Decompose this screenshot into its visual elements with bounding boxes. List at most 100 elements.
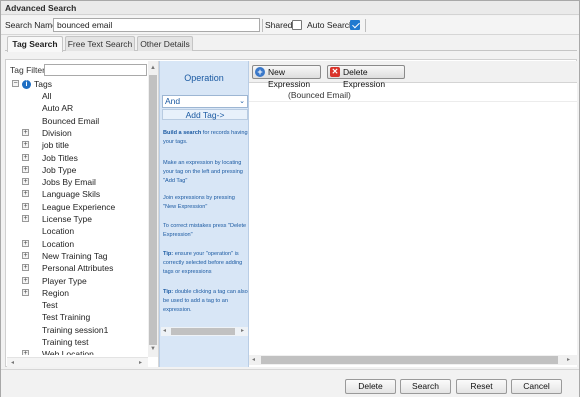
tree-root[interactable]: − i Tags [7, 78, 148, 90]
operation-scroll-thumb[interactable] [171, 328, 235, 335]
auto-search-checkbox[interactable] [350, 20, 360, 30]
expand-icon[interactable]: + [22, 153, 29, 161]
tree-item[interactable]: All [7, 90, 148, 102]
expand-icon[interactable]: + [22, 165, 29, 173]
expand-icon[interactable]: + [22, 128, 29, 136]
expand-icon[interactable]: + [22, 239, 29, 247]
tree-item-label: Test [42, 300, 58, 311]
search-button[interactable]: Search [400, 379, 451, 394]
tree-item[interactable]: Auto AR [7, 102, 148, 114]
tree-item-label: Training test [42, 337, 89, 347]
delete-button[interactable]: Delete [345, 379, 396, 394]
tab-tag-search[interactable]: Tag Search [7, 36, 63, 52]
expression-horizontal-scrollbar[interactable]: ◂ ▸ [249, 355, 577, 365]
tree-item[interactable]: + License Type [7, 213, 148, 225]
tab-bar: Tag Search Free Text Search Other Detail… [5, 35, 577, 52]
tree-item[interactable]: + Region [7, 287, 148, 299]
tab-other-details[interactable]: Other Details [137, 36, 193, 51]
tree-item-label: Personal Attributes [42, 263, 114, 274]
tree-root-label: Tags [34, 79, 52, 89]
tree-item-label: Location [42, 226, 75, 237]
scroll-left-icon[interactable]: ◂ [163, 327, 166, 335]
delete-icon: ✕ [330, 67, 340, 77]
tree-item[interactable]: + job title [7, 139, 148, 151]
tree-item-label: Training session1 [42, 324, 109, 335]
expand-icon[interactable]: + [22, 251, 29, 259]
cancel-button[interactable]: Cancel [511, 379, 562, 394]
expression-scroll-thumb[interactable] [261, 356, 558, 364]
expand-icon[interactable]: + [22, 215, 29, 222]
tree-item[interactable]: Test Training [7, 311, 148, 323]
expand-icon[interactable]: + [22, 276, 29, 284]
tree-item-label: New Training Tag [42, 250, 108, 261]
delete-expression-button[interactable]: ✕ Delete Expression [327, 65, 405, 89]
tree-item-label: Region [42, 287, 69, 298]
tree-item[interactable]: + Personal Attributes [7, 262, 148, 274]
tree-item[interactable]: + Location [7, 238, 148, 250]
help-text: double clicking a tag can also be used t… [163, 289, 248, 313]
tree-item-label: Player Type [42, 275, 87, 286]
tag-search-panel: Tag Filter − i Tags All Auto AR Bounced Em… [5, 59, 577, 367]
expand-icon[interactable]: + [22, 288, 29, 296]
tree-item[interactable]: Bounced Email [7, 115, 148, 127]
tree-item[interactable]: + Player Type [7, 275, 148, 287]
expand-icon[interactable]: + [22, 190, 29, 198]
help-emphasis: Tip: [163, 251, 174, 257]
tree-item-label: Job Type [42, 164, 77, 175]
search-name-input[interactable]: bounced email [53, 18, 260, 32]
operation-horizontal-scrollbar[interactable]: ◂ ▸ [161, 327, 248, 336]
expression-toolbar: + New Expression ✕ Delete Expression [249, 61, 577, 89]
tree-item[interactable]: Location [7, 225, 148, 237]
operation-title: Operation [184, 73, 224, 83]
collapse-icon[interactable]: − [12, 80, 19, 87]
tag-tree: − i Tags All Auto AR Bounced Email + Divisio… [7, 78, 148, 355]
expand-icon[interactable]: + [22, 202, 29, 210]
operation-pane: Operation And ⌄ Add Tag-> Build a search… [159, 61, 249, 367]
tree-item[interactable]: + League Experience [7, 201, 148, 213]
operation-select[interactable]: And ⌄ [162, 95, 248, 108]
scroll-up-icon[interactable]: ▲ [150, 64, 156, 72]
shared-checkbox[interactable] [292, 20, 302, 30]
expand-icon[interactable]: + [22, 350, 29, 355]
tree-item-label: Test Training [42, 312, 91, 323]
tree-item[interactable]: Test [7, 299, 148, 311]
scroll-down-icon[interactable]: ▼ [150, 345, 156, 353]
tag-tree-scroll-thumb[interactable] [149, 75, 157, 345]
tree-item[interactable]: + Language Skils [7, 188, 148, 200]
delete-expression-label: Delete Expression [343, 67, 386, 89]
expression-row[interactable]: (Bounced Email) [288, 90, 351, 100]
help-text: Make an expression by locating your tag … [163, 160, 243, 184]
tree-item-label: Job Titles [42, 152, 78, 163]
tree-item-label: Language Skils [42, 189, 101, 200]
scroll-left-icon[interactable]: ◂ [11, 359, 14, 367]
divider [262, 19, 263, 32]
help-text: To correct mistakes press "Delete Expres… [163, 223, 247, 238]
reset-button[interactable]: Reset [456, 379, 507, 394]
tree-item-label: Location [42, 238, 75, 249]
scroll-right-icon[interactable]: ▸ [139, 359, 142, 367]
tree-item[interactable]: + Job Type [7, 164, 148, 176]
tree-item[interactable]: Training test [7, 336, 148, 348]
tree-item[interactable]: + Web Location [7, 348, 148, 355]
window-title: Advanced Search [1, 1, 579, 15]
tree-item[interactable]: + New Training Tag [7, 250, 148, 262]
chevron-down-icon: ⌄ [239, 98, 245, 105]
tag-filter-input[interactable] [44, 64, 147, 76]
tab-free-text-search[interactable]: Free Text Search [65, 36, 135, 51]
tree-item[interactable]: + Job Titles [7, 152, 148, 164]
expand-icon[interactable]: + [22, 264, 29, 272]
tree-item-label: License Type [42, 214, 92, 224]
tree-item[interactable]: + Jobs By Email [7, 176, 148, 188]
auto-search-label: Auto Search [307, 20, 354, 30]
scroll-right-icon[interactable]: ▸ [567, 356, 570, 364]
expand-icon[interactable]: + [22, 141, 29, 149]
new-expression-button[interactable]: + New Expression [252, 65, 321, 89]
tree-item[interactable]: + Division [7, 127, 148, 139]
new-expression-label: New Expression [268, 67, 311, 89]
add-tag-button[interactable]: Add Tag-> [162, 109, 248, 120]
scroll-left-icon[interactable]: ◂ [252, 356, 255, 364]
expand-icon[interactable]: + [22, 178, 29, 186]
tag-tree-horizontal-scrollbar[interactable]: ◂ ▸ [7, 357, 148, 367]
tree-item[interactable]: Training session1 [7, 324, 148, 336]
scroll-right-icon[interactable]: ▸ [241, 327, 244, 335]
